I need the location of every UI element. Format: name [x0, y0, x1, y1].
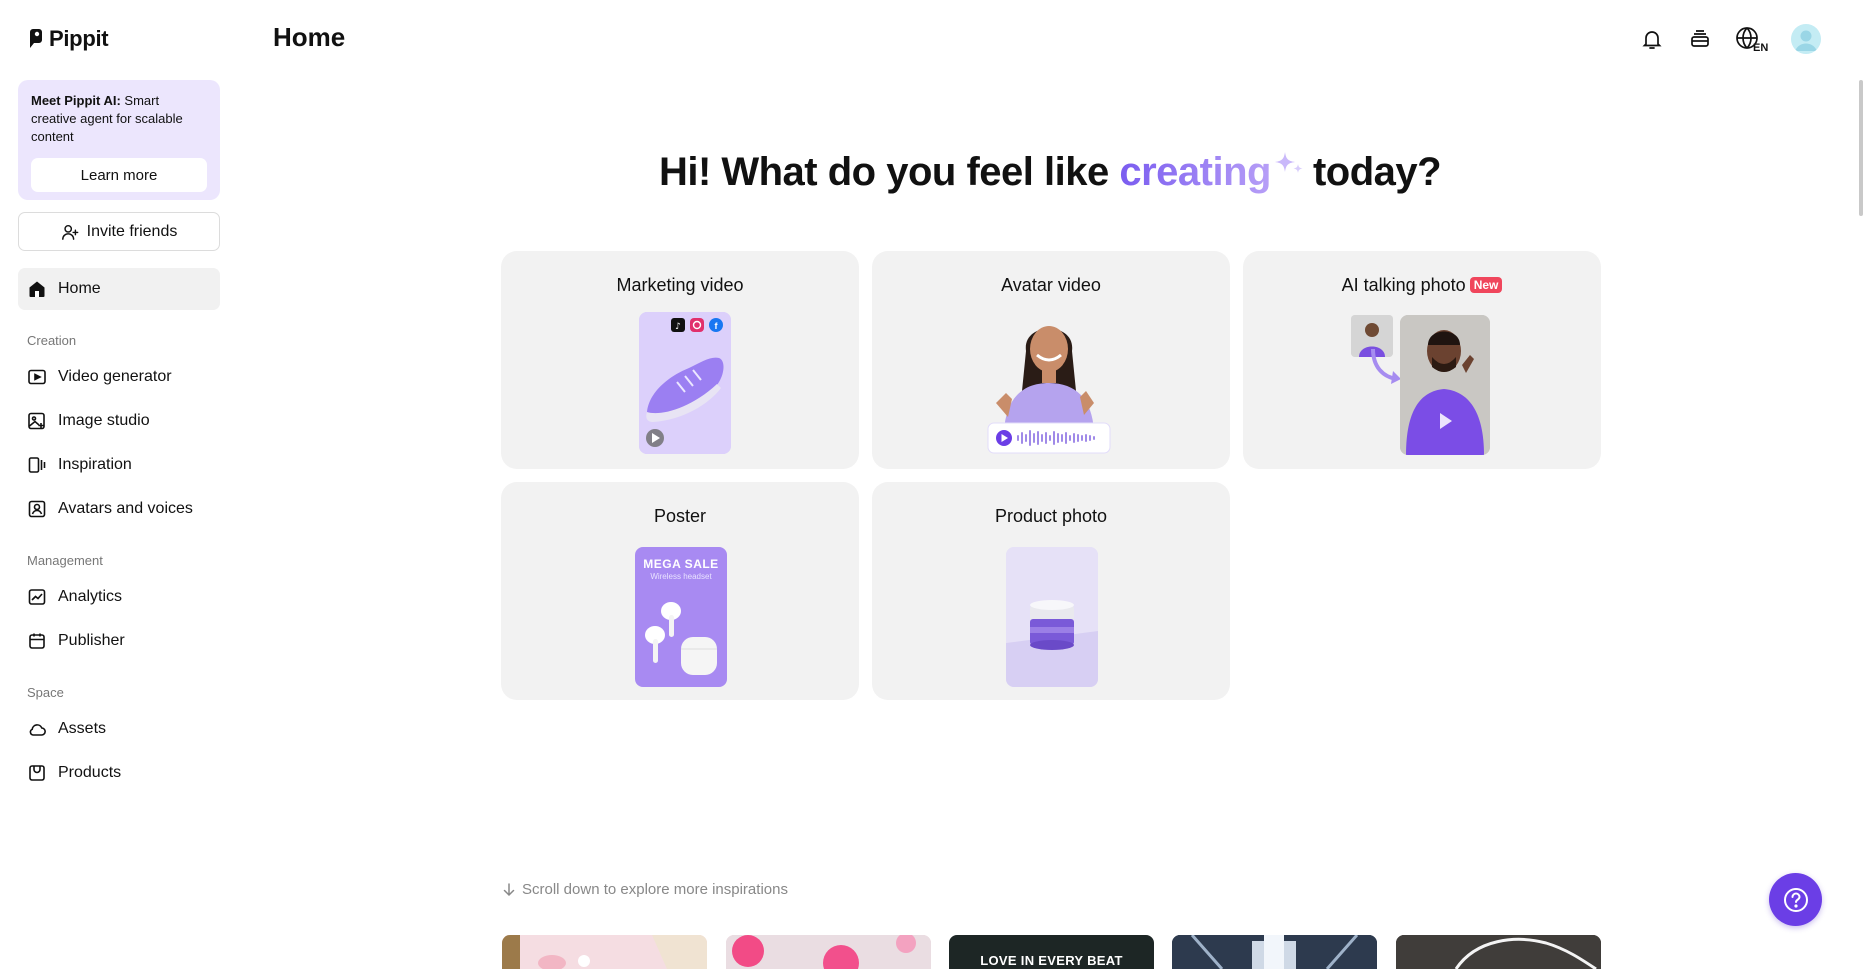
sidebar-item-label: Image studio	[58, 412, 150, 429]
invite-friends-button[interactable]: Invite friends	[18, 212, 220, 251]
sidebar-item-label: Analytics	[58, 588, 123, 605]
hero-heading: Hi! What do you feel like creating today?	[0, 150, 1865, 195]
language-button[interactable]: EN	[1735, 26, 1769, 52]
sidebar: Pippit Meet Pippit AI: Smart creative ag…	[0, 0, 238, 969]
scroll-hint-text: Scroll down to explore more inspirations	[522, 881, 788, 898]
image-studio-icon	[28, 412, 45, 430]
sparkle-icon	[1274, 152, 1303, 173]
marketing-video-thumbnail: ♪ f	[639, 312, 731, 454]
promo-title: Meet Pippit AI:	[31, 93, 121, 108]
hero-highlight: creating	[1119, 150, 1271, 194]
sidebar-item-video-generator[interactable]: Video generator	[18, 356, 220, 398]
earbuds-illustration	[645, 602, 717, 675]
sidebar-item-label: Inspiration	[58, 456, 132, 473]
nav-section-space: Space	[27, 685, 64, 700]
invite-friends-label: Invite friends	[86, 222, 178, 240]
notifications-button[interactable]	[1639, 26, 1665, 52]
analytics-icon	[28, 589, 46, 605]
sidebar-item-label: Home	[58, 280, 101, 297]
card-title: Marketing video	[616, 275, 744, 295]
stack-button[interactable]	[1687, 26, 1713, 52]
globe-icon: EN	[1736, 27, 1768, 52]
calendar-icon	[29, 633, 45, 649]
scroll-hint: Scroll down to explore more inspirations	[502, 881, 788, 898]
page-scrollbar[interactable]	[1857, 80, 1865, 216]
hero-suffix: today?	[1312, 150, 1442, 194]
inspiration-icon	[28, 457, 46, 473]
avatar-video-thumbnail	[982, 311, 1116, 457]
flower-thumbnail	[502, 935, 707, 969]
sidebar-item-inspiration[interactable]: Inspiration	[18, 444, 220, 486]
poster-card[interactable]: Poster MEGA SALE Wireless headset	[501, 482, 859, 700]
stack-icon	[1691, 30, 1709, 47]
card-title: Poster	[653, 506, 707, 526]
new-badge: New	[1469, 277, 1503, 293]
promo-text: Meet Pippit AI: Smart creative agent for…	[31, 92, 207, 146]
poster-thumbnail: MEGA SALE Wireless headset	[635, 547, 727, 687]
avatar-woman-illustration	[987, 326, 1111, 454]
card-title: AI talking photo New	[1243, 275, 1601, 296]
video-generator-icon	[28, 369, 46, 385]
card-title-text: AI talking photo	[1341, 275, 1466, 295]
sidebar-item-label: Products	[58, 764, 122, 781]
inspiration-tile[interactable]: LOVE IN EVERY BEAT	[949, 935, 1154, 969]
pippit-logo[interactable]: Pippit	[27, 26, 109, 52]
sidebar-item-products[interactable]: Products	[18, 752, 220, 794]
ai-talking-photo-card[interactable]: AI talking photo New	[1243, 251, 1601, 469]
light-arc-thumbnail	[1396, 935, 1601, 969]
inspiration-tile[interactable]	[1396, 935, 1601, 969]
pippit-logo-icon	[30, 29, 42, 48]
inspiration-tile[interactable]	[502, 935, 707, 969]
product-photo-card[interactable]: Product photo	[872, 482, 1230, 700]
sneaker-illustration: ♪ f	[639, 312, 731, 454]
roses-thumbnail	[726, 935, 931, 969]
man-purple-sweater-illustration	[1400, 315, 1490, 455]
product-photo-thumbnail	[1006, 547, 1098, 687]
sidebar-item-label: Avatars and voices	[58, 500, 193, 517]
cloud-icon	[29, 724, 46, 736]
sidebar-item-label: Publisher	[58, 632, 125, 649]
scrollbar-thumb[interactable]	[1859, 80, 1863, 216]
sidebar-item-image-studio[interactable]: Image studio	[18, 400, 220, 442]
marketing-video-card[interactable]: Marketing video ♪ f	[501, 251, 859, 469]
user-avatar[interactable]	[1791, 24, 1821, 54]
hallway-thumbnail	[1172, 935, 1377, 969]
hero-prefix: Hi! What do you feel like	[658, 150, 1109, 194]
logo-text: Pippit	[49, 26, 109, 51]
sidebar-item-publisher[interactable]: Publisher	[18, 620, 220, 662]
sidebar-item-label: Video generator	[58, 368, 172, 385]
sidebar-item-assets[interactable]: Assets	[18, 708, 220, 750]
bell-icon	[1642, 31, 1662, 49]
page-title: Home	[273, 22, 346, 52]
inspiration-tile[interactable]	[1172, 935, 1377, 969]
inspiration-tile-text: LOVE IN EVERY BEAT	[980, 953, 1123, 968]
talking-photo-thumbnail	[1400, 315, 1490, 455]
add-user-icon	[61, 224, 79, 240]
card-title: Avatar video	[1001, 275, 1101, 295]
home-icon	[29, 281, 45, 297]
nav-section-creation: Creation	[27, 333, 77, 348]
help-button[interactable]	[1769, 873, 1822, 926]
language-code: EN	[1753, 42, 1768, 52]
sidebar-item-label: Assets	[58, 720, 107, 737]
avatar-icon	[28, 500, 46, 518]
sidebar-item-analytics[interactable]: Analytics	[18, 576, 220, 618]
help-icon	[1783, 887, 1808, 912]
sidebar-item-home[interactable]: Home	[18, 268, 220, 310]
user-avatar-icon	[1791, 24, 1821, 54]
inspiration-tile[interactable]	[726, 935, 931, 969]
avatar-video-card[interactable]: Avatar video	[872, 251, 1230, 469]
arrow-down-icon	[503, 882, 515, 896]
cream-jar-illustration	[1006, 547, 1098, 687]
sidebar-item-avatars-voices[interactable]: Avatars and voices	[18, 488, 220, 530]
svg-text:♪: ♪	[675, 322, 681, 332]
header-actions: EN	[1639, 24, 1821, 54]
card-title: Product photo	[994, 506, 1108, 526]
nav-section-management: Management	[27, 553, 103, 568]
product-box-icon	[29, 765, 45, 781]
